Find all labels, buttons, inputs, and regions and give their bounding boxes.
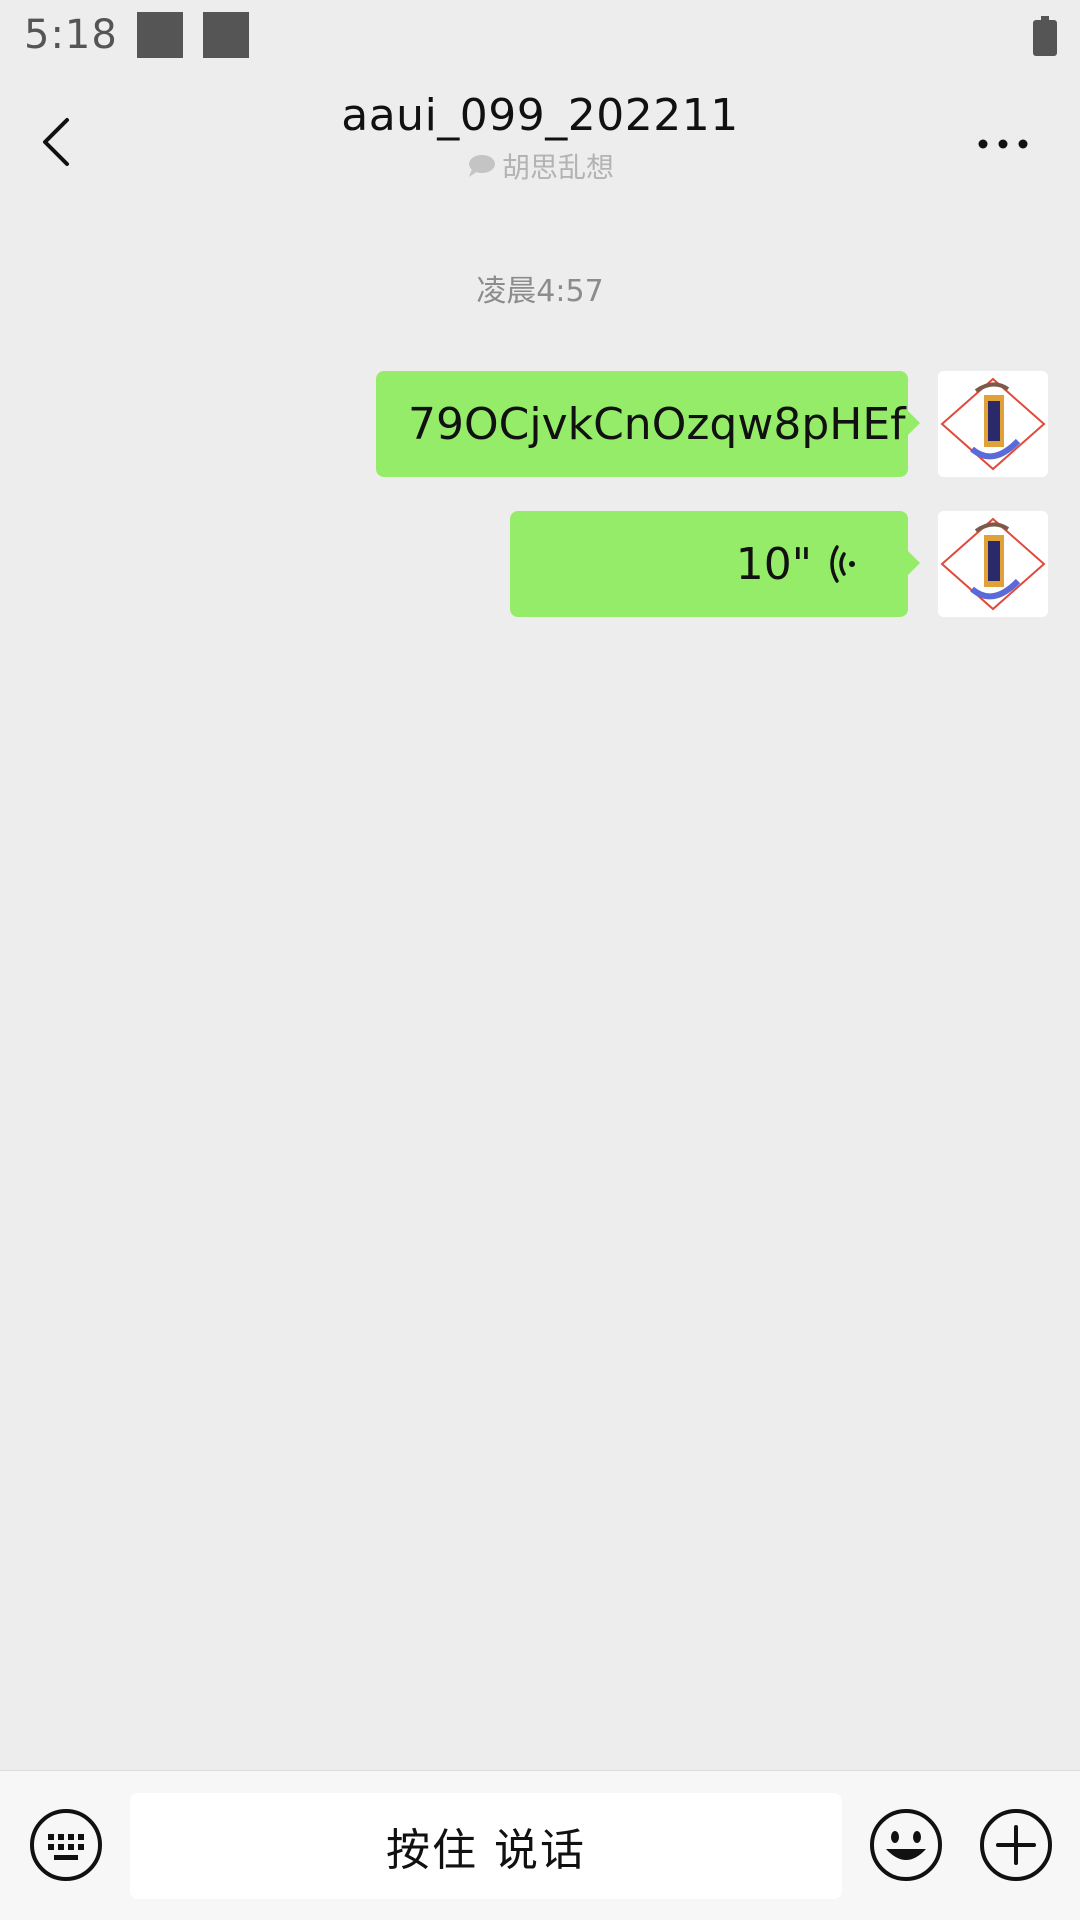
status-time: 5:18 (24, 12, 118, 58)
notification-icon (137, 12, 183, 58)
voice-message-bubble[interactable]: 10" (510, 511, 920, 617)
avatar-image (938, 371, 1048, 477)
voice-duration: 10" (735, 538, 812, 590)
avatar[interactable] (938, 511, 1048, 617)
more-dots-icon (978, 139, 1028, 149)
status-bar: 5:18 (0, 0, 1080, 76)
notification-icon (203, 12, 249, 58)
message-text: 79OCjvkCnOzqw8pHEf (408, 398, 906, 450)
keyboard-icon (30, 1809, 102, 1881)
avatar[interactable] (938, 371, 1048, 477)
chat-header: aaui_099_202211 胡思乱想 (0, 76, 1080, 196)
smiley-icon (870, 1809, 942, 1881)
more-button[interactable] (968, 116, 1038, 172)
speech-bubble-icon (468, 155, 495, 177)
message-row: 79OCjvkCnOzqw8pHEf (376, 371, 1048, 477)
chat-subtitle: 胡思乱想 (0, 146, 1080, 186)
text-message-bubble[interactable]: 79OCjvkCnOzqw8pHEf (376, 371, 920, 477)
emoji-button[interactable] (868, 1807, 944, 1883)
chat-title: aaui_099_202211 (341, 90, 739, 141)
more-functions-button[interactable] (978, 1807, 1054, 1883)
hold-to-talk-button[interactable]: 按住 说话 (130, 1793, 842, 1899)
plus-circle-icon (980, 1809, 1052, 1881)
message-timestamp: 凌晨4:57 (476, 274, 604, 309)
voice-wave-icon (830, 545, 855, 583)
battery-icon (1033, 16, 1057, 56)
keyboard-toggle-button[interactable] (28, 1807, 104, 1883)
subtitle-text: 胡思乱想 (501, 151, 614, 184)
avatar-image (938, 511, 1048, 617)
message-row: 10" (510, 511, 1048, 617)
input-bar: 按住 说话 (0, 1770, 1080, 1920)
